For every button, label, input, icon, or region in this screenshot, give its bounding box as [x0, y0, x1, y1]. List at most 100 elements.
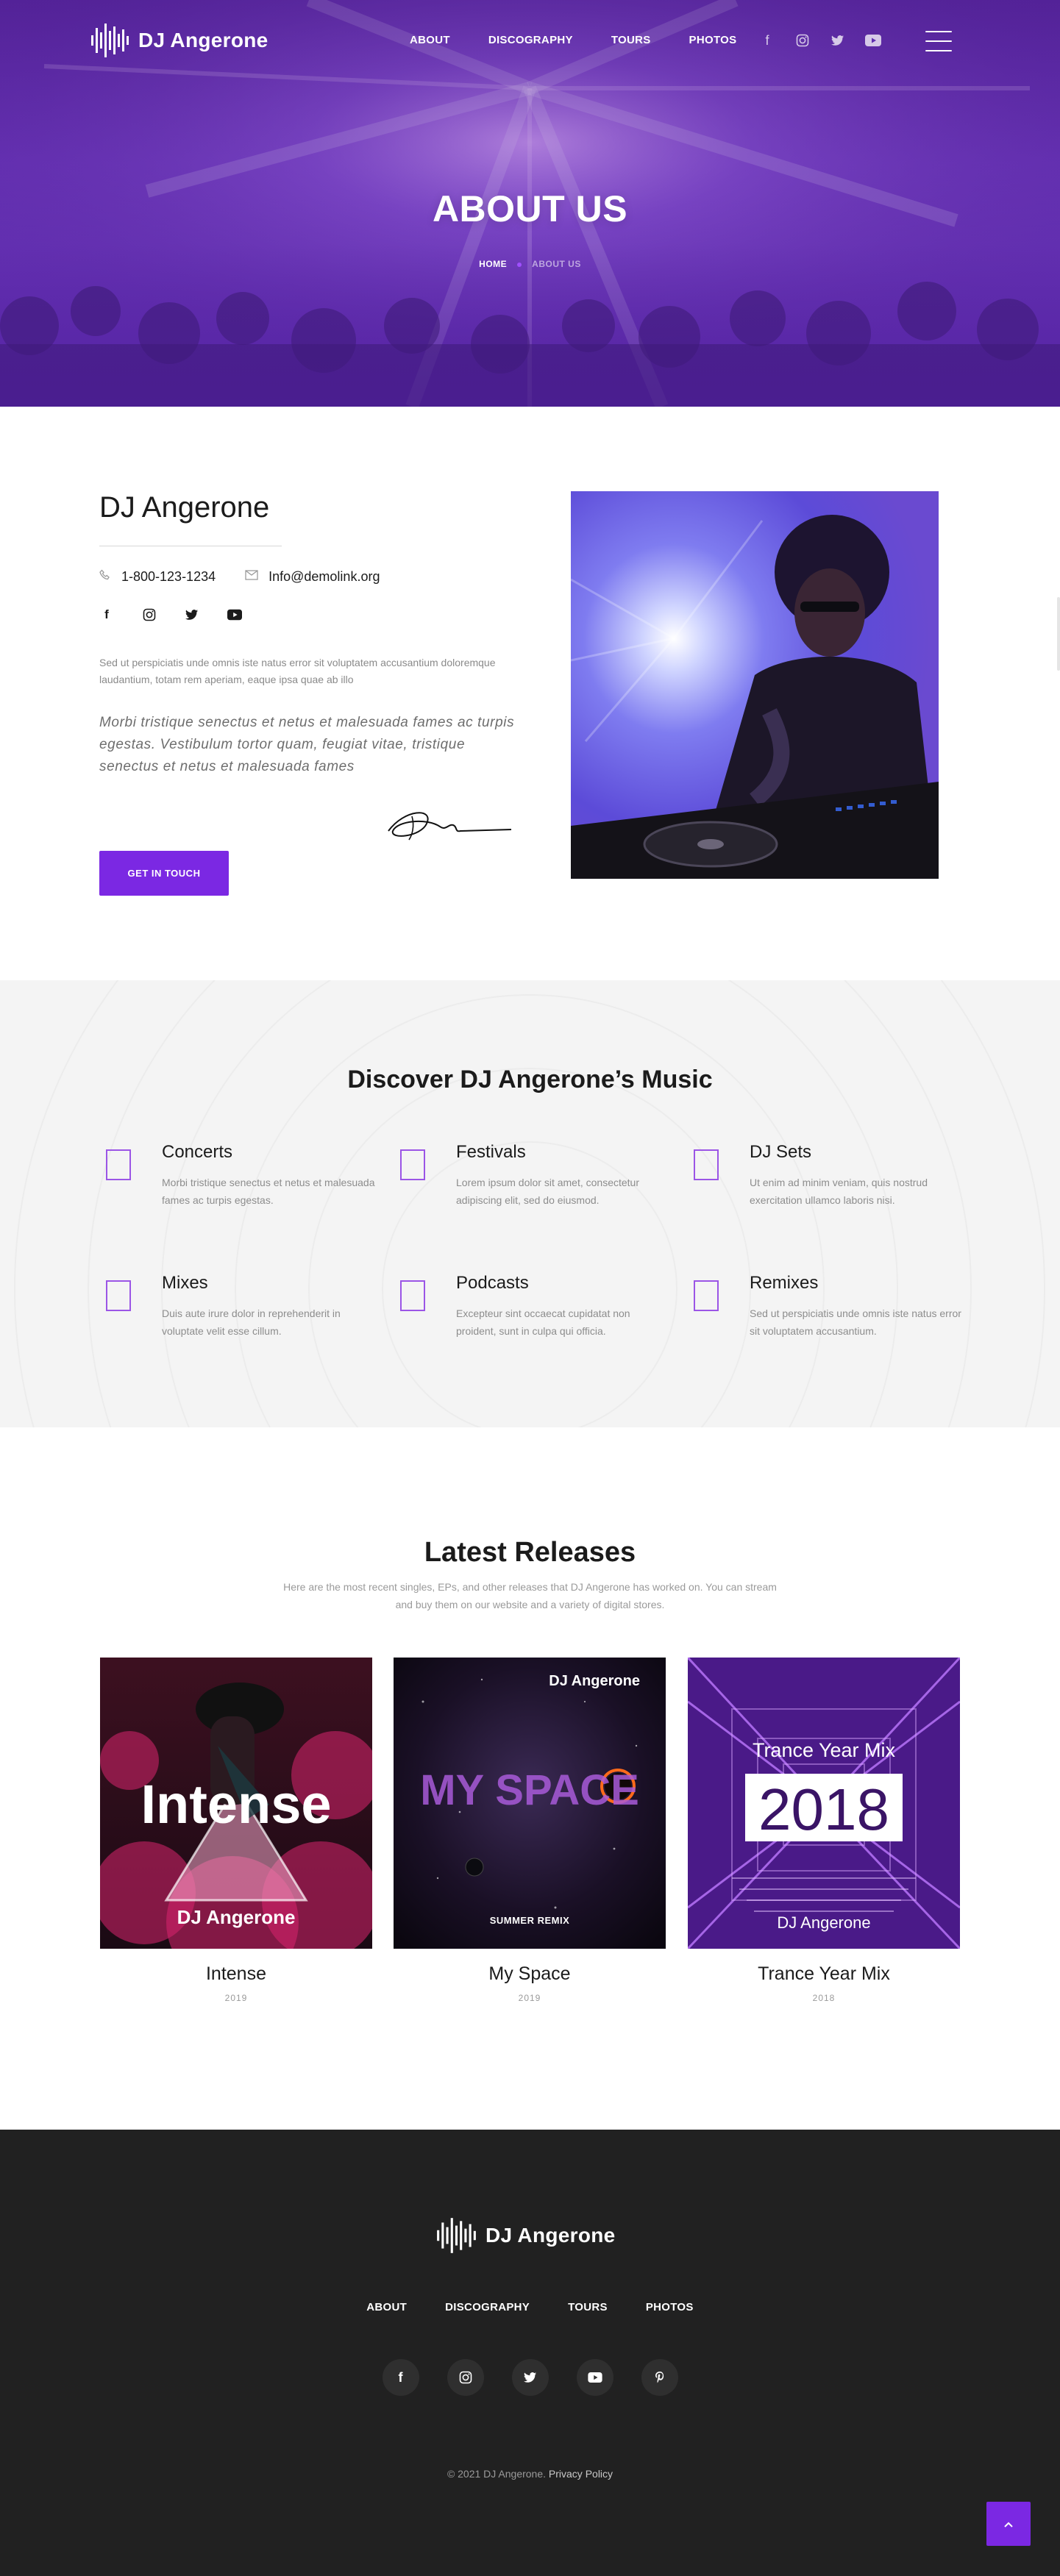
feature-text: Morbi tristique senectus et netus et mal… [162, 1177, 375, 1206]
privacy-policy-link[interactable]: Privacy Policy [549, 2468, 613, 2480]
hamburger-line [925, 31, 952, 32]
feature-title: Concerts [162, 1142, 233, 1162]
pinterest-icon[interactable] [641, 2359, 678, 2396]
youtube-icon[interactable] [864, 31, 883, 50]
email-contact[interactable]: Info@demolink.org [245, 569, 380, 585]
feature-text: Excepteur sint occaecat cupidatat non pr… [456, 1307, 630, 1337]
hamburger-menu-button[interactable] [925, 31, 952, 51]
get-in-touch-button[interactable]: GET IN TOUCH [99, 851, 229, 896]
album-year: 2018 [812, 1993, 836, 2003]
breadcrumb: HOME ABOUT US [0, 259, 1060, 269]
about-heading: DJ Angerone [99, 491, 270, 524]
back-to-top-button[interactable] [986, 2502, 1031, 2546]
header-social-links: f [758, 31, 883, 50]
instagram-icon[interactable] [793, 31, 812, 50]
feature-text: Duis aute irure dolor in reprehenderit i… [162, 1307, 341, 1337]
feature-title: Podcasts [456, 1273, 529, 1293]
facebook-icon[interactable]: f [99, 607, 114, 622]
feature-icon-box [106, 1149, 131, 1180]
email-address: Info@demolink.org [268, 569, 380, 584]
phone-number: 1-800-123-1234 [121, 569, 216, 584]
feature-text: Ut enim ad minim veniam, quis nostrud ex… [750, 1177, 928, 1206]
feature-icon-box [694, 1280, 719, 1311]
releases-title: Latest Releases [424, 1537, 636, 1568]
album-name[interactable]: My Space [394, 1963, 666, 1985]
youtube-icon[interactable] [227, 607, 242, 622]
album-cover-trance-year-mix[interactable]: Trance Year Mix 2018 DJ Angerone [688, 1658, 960, 1949]
discover-title: Discover DJ Angerone’s Music [347, 1066, 713, 1093]
album-cover-title: Trance Year Mix [753, 1739, 896, 1761]
copyright-text: © 2021 DJ Angerone. [447, 2468, 547, 2480]
album-year: 2019 [518, 1993, 541, 2003]
nav-photos-link[interactable]: PHOTOS [689, 34, 737, 46]
twitter-icon[interactable] [185, 607, 199, 622]
footer-menu: ABOUT DISCOGRAPHY TOURS PHOTOS [0, 2301, 1060, 2313]
twitter-icon[interactable] [511, 2359, 549, 2396]
feature-icon-box [400, 1149, 425, 1180]
chevron-up-icon [1003, 2516, 1014, 2532]
footer-logo[interactable]: DJ Angerone [435, 2216, 616, 2255]
album-cover-title: MY SPACE [420, 1766, 639, 1814]
footer-social-links: f [0, 2359, 1060, 2396]
album-art: DJ Angerone MY SPACE SUMMER REMIX [394, 1658, 666, 1949]
feature-icon-box [106, 1280, 131, 1311]
album-year: 2019 [224, 1993, 248, 2003]
hamburger-line [925, 40, 952, 42]
album-cover-title: Intense [140, 1774, 331, 1835]
phone-contact[interactable]: 1-800-123-1234 [99, 569, 216, 585]
album-cover-intense[interactable]: Intense DJ Angerone [100, 1658, 372, 1949]
logo-text: DJ Angerone [138, 29, 268, 51]
footer-photos-link[interactable]: PHOTOS [646, 2301, 694, 2313]
nav-about-link[interactable]: ABOUT [410, 34, 450, 46]
album-name[interactable]: Intense [100, 1963, 372, 1985]
breadcrumb-current: ABOUT US [532, 259, 581, 269]
album-cover-artist: DJ Angerone [549, 1673, 640, 1689]
breadcrumb-separator [517, 262, 522, 267]
nav-discography-link[interactable]: DISCOGRAPHY [488, 34, 573, 46]
dj-photo-illustration [571, 491, 939, 879]
contact-info: 1-800-123-1234 Info@demolink.org [99, 569, 380, 585]
twitter-icon[interactable] [828, 31, 847, 50]
feature-icon-box [400, 1280, 425, 1311]
instagram-icon[interactable] [447, 2359, 484, 2396]
album-cover-artist: DJ Angerone [177, 1906, 296, 1928]
hero-section: DJ Angerone ABOUT DISCOGRAPHY TOURS PHOT… [0, 0, 1060, 407]
soundwave-logo-icon [91, 24, 129, 57]
page-title: ABOUT US [432, 188, 628, 229]
feature-title: Mixes [162, 1273, 208, 1293]
footer-tours-link[interactable]: TOURS [568, 2301, 608, 2313]
site-logo[interactable]: DJ Angerone [90, 22, 268, 59]
album-art: Trance Year Mix 2018 DJ Angerone [688, 1658, 960, 1949]
mail-icon [245, 570, 258, 584]
soundwave-logo-icon [437, 2218, 476, 2253]
footer-about-link[interactable]: ABOUT [366, 2301, 407, 2313]
album-cover-my-space[interactable]: DJ Angerone MY SPACE SUMMER REMIX [394, 1658, 666, 1949]
facebook-icon[interactable]: f [382, 2359, 419, 2396]
instagram-icon[interactable] [142, 607, 157, 622]
album-name[interactable]: Trance Year Mix [688, 1963, 960, 1985]
scrollbar-thumb[interactable] [1057, 597, 1060, 671]
logo-text: DJ Angerone [485, 2224, 616, 2247]
facebook-icon[interactable]: f [758, 31, 777, 50]
top-navigation: DJ Angerone ABOUT DISCOGRAPHY TOURS PHOT… [0, 0, 1060, 81]
releases-subtitle: Here are the most recent singles, EPs, a… [283, 1581, 777, 1610]
main-menu: ABOUT DISCOGRAPHY TOURS PHOTOS [410, 34, 775, 46]
footer-discography-link[interactable]: DISCOGRAPHY [445, 2301, 530, 2313]
feature-title: Remixes [750, 1273, 819, 1293]
album-cover-tag: SUMMER REMIX [490, 1915, 570, 1926]
about-paragraph: Sed ut perspiciatis unde omnis iste natu… [99, 657, 496, 685]
breadcrumb-home-link[interactable]: HOME [479, 259, 507, 269]
feature-title: Festivals [456, 1142, 526, 1162]
site-footer: DJ Angerone ABOUT DISCOGRAPHY TOURS PHOT… [0, 2130, 1060, 2576]
about-quote: Morbi tristique senectus et netus et mal… [99, 715, 515, 774]
phone-icon [99, 569, 111, 585]
feature-text: Lorem ipsum dolor sit amet, consectetur … [456, 1177, 639, 1206]
album-cover-year: 2018 [758, 1777, 889, 1842]
youtube-icon[interactable] [576, 2359, 613, 2396]
footer-copyright: © 2021 DJ Angerone. Privacy Policy [0, 2468, 1060, 2480]
about-social-links: f [99, 607, 242, 622]
feature-title: DJ Sets [750, 1142, 812, 1162]
nav-tours-link[interactable]: TOURS [611, 34, 651, 46]
discover-section: Discover DJ Angerone’s Music Concerts Mo… [0, 980, 1060, 1427]
dj-photo [571, 491, 939, 879]
